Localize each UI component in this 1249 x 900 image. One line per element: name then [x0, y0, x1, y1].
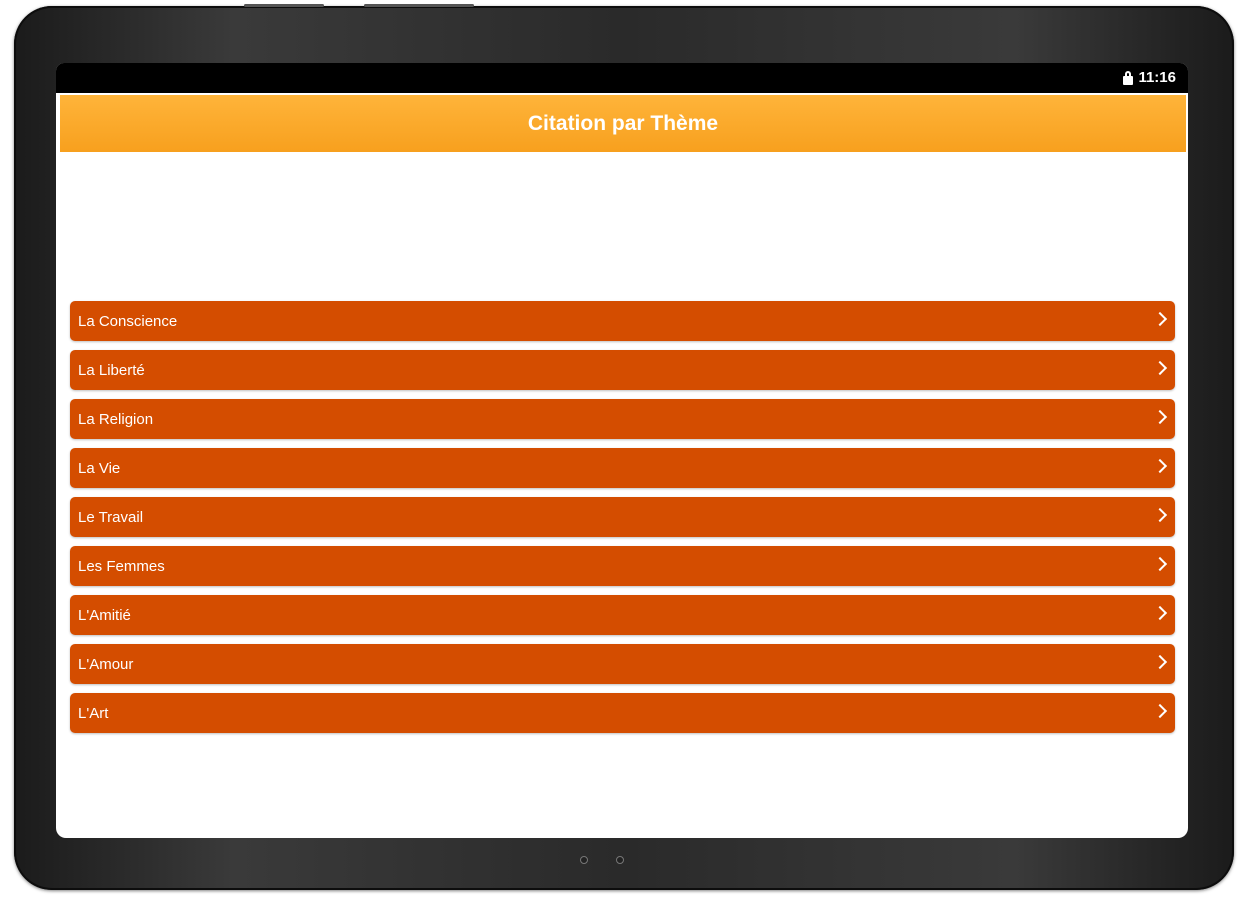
theme-item-label: La Liberté	[78, 361, 145, 379]
theme-item-la-religion[interactable]: La Religion	[70, 399, 1175, 439]
theme-item-label: La Vie	[78, 459, 121, 477]
theme-item-l-art[interactable]: L'Art	[70, 693, 1175, 733]
status-bar: 11:16	[56, 63, 1188, 93]
bezel-sensor-dot	[580, 856, 588, 864]
chevron-right-icon	[1152, 605, 1168, 621]
theme-item-les-femmes[interactable]: Les Femmes	[70, 546, 1175, 586]
theme-item-label: L'Amour	[78, 655, 134, 673]
bezel-sensor-dot	[616, 856, 624, 864]
theme-item-label: La Religion	[78, 410, 154, 428]
chevron-right-icon	[1152, 409, 1168, 425]
chevron-right-icon	[1152, 311, 1168, 327]
chevron-right-icon	[1152, 360, 1168, 376]
theme-item-label: L'Amitié	[78, 606, 131, 624]
theme-item-label: Le Travail	[78, 508, 144, 526]
theme-item-label: L'Art	[78, 704, 109, 722]
chevron-right-icon	[1152, 458, 1168, 474]
tablet-frame: 11:16 Citation par Thème La Conscience L…	[14, 4, 1234, 890]
theme-list: La Conscience La Liberté La Religion La …	[70, 301, 1175, 742]
theme-item-la-conscience[interactable]: La Conscience	[70, 301, 1175, 341]
theme-item-l-amour[interactable]: L'Amour	[70, 644, 1175, 684]
app-bar: Citation par Thème	[60, 95, 1186, 152]
theme-item-label: Les Femmes	[78, 557, 165, 575]
chevron-right-icon	[1152, 654, 1168, 670]
bezel-sensors	[580, 856, 624, 864]
device-screen: 11:16 Citation par Thème La Conscience L…	[56, 63, 1188, 838]
app-title: Citation par Thème	[527, 111, 719, 135]
chevron-right-icon	[1152, 556, 1168, 572]
chevron-right-icon	[1152, 507, 1168, 523]
theme-item-la-liberte[interactable]: La Liberté	[70, 350, 1175, 390]
tablet-power-button	[364, 4, 474, 7]
theme-item-le-travail[interactable]: Le Travail	[70, 497, 1175, 537]
status-bar-right: 11:16	[1123, 69, 1176, 86]
tablet-volume-button	[244, 4, 324, 7]
theme-item-label: La Conscience	[78, 312, 178, 330]
theme-item-la-vie[interactable]: La Vie	[70, 448, 1175, 488]
theme-item-l-amitie[interactable]: L'Amitié	[70, 595, 1175, 635]
chevron-right-icon	[1152, 703, 1168, 719]
lock-icon	[1123, 70, 1134, 85]
status-time: 11:16	[1138, 69, 1176, 86]
